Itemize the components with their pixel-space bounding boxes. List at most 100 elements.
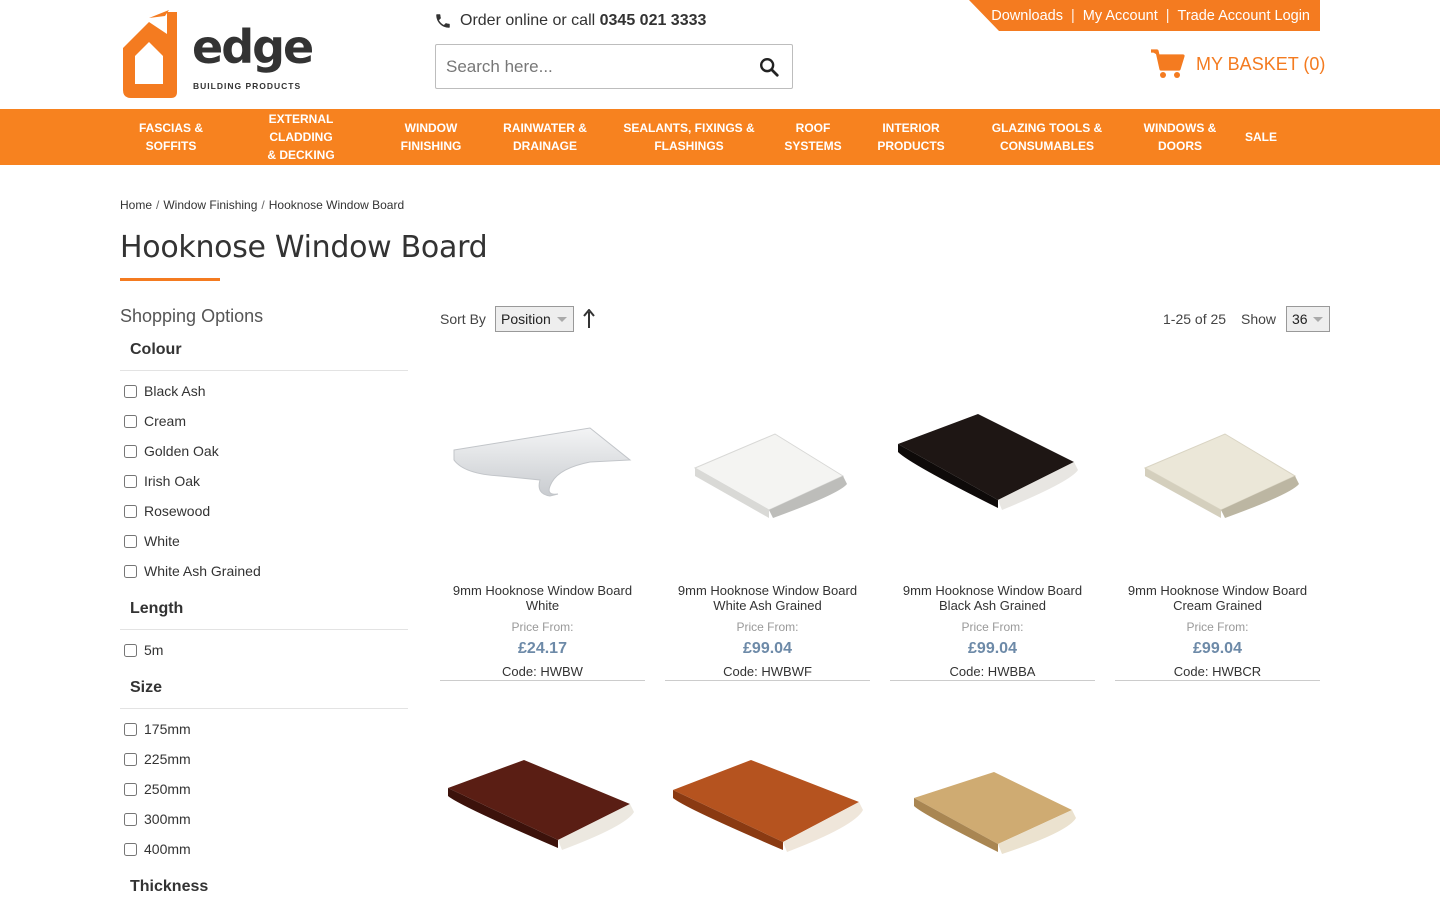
nav-window-finishing[interactable]: WINDOW FINISHING — [396, 109, 466, 165]
basket-link[interactable]: MY BASKET (0) — [1150, 48, 1325, 80]
nav-sale[interactable]: SALE — [1240, 109, 1282, 165]
product-image[interactable] — [440, 390, 645, 520]
filter-option-cream[interactable]: Cream — [123, 413, 186, 429]
divider — [120, 629, 408, 630]
trade-account-login-link[interactable]: Trade Account Login — [1178, 8, 1310, 24]
sort-by-value: Position — [501, 311, 551, 327]
breadcrumb-home[interactable]: Home — [120, 198, 152, 212]
checkbox[interactable] — [124, 782, 137, 796]
option-label: 175mm — [144, 721, 191, 737]
shopping-options-title: Shopping Options — [120, 306, 264, 326]
nav-sealants-fixings[interactable]: SEALANTS, FIXINGS & FLASHINGS — [622, 109, 756, 165]
sort-arrow-up-icon[interactable] — [582, 309, 596, 329]
filter-option-400mm[interactable]: 400mm — [123, 841, 191, 857]
nav-glazing-tools[interactable]: GLAZING TOOLS & CONSUMABLES — [990, 109, 1104, 165]
checkbox[interactable] — [124, 474, 137, 488]
filter-option-white-ash-grained[interactable]: White Ash Grained — [123, 563, 261, 579]
filter-option-black-ash[interactable]: Black Ash — [123, 383, 205, 399]
chevron-down-icon — [557, 317, 567, 322]
checkbox[interactable] — [124, 414, 137, 428]
phone-number[interactable]: 0345 021 3333 — [600, 12, 707, 29]
product-price: £99.04 — [1193, 640, 1242, 657]
nav-external-cladding[interactable]: EXTERNAL CLADDING & DECKING — [236, 109, 366, 165]
cart-icon — [1151, 49, 1185, 78]
divider — [890, 680, 1095, 681]
option-label: White Ash Grained — [144, 563, 261, 579]
filter-heading-thickness[interactable]: Thickness — [130, 878, 208, 896]
nav-windows-doors[interactable]: WINDOWS & DOORS — [1140, 109, 1220, 165]
product-name[interactable]: 9mm Hooknose Window Board White Ash Grai… — [665, 583, 870, 613]
checkbox[interactable] — [124, 504, 137, 518]
filter-option-irish-oak[interactable]: Irish Oak — [123, 473, 200, 489]
product-image[interactable] — [665, 390, 870, 520]
search-input[interactable] — [436, 45, 756, 88]
house-logo-icon — [123, 10, 177, 98]
option-label: Irish Oak — [144, 473, 201, 489]
option-label: Rosewood — [144, 503, 211, 519]
product-name[interactable]: 9mm Hooknose Window Board White — [440, 583, 645, 613]
filter-option-225mm[interactable]: 225mm — [123, 751, 191, 767]
checkbox[interactable] — [124, 534, 137, 548]
page-title: Hooknose Window Board — [120, 230, 488, 265]
top-links-bar: Downloads | My Account | Trade Account L… — [969, 0, 1320, 31]
product-image[interactable] — [1115, 390, 1320, 520]
filter-option-golden-oak[interactable]: Golden Oak — [123, 443, 219, 459]
filter-heading-length[interactable]: Length — [130, 600, 183, 618]
checkbox[interactable] — [124, 384, 137, 398]
breadcrumb-separator: / — [261, 198, 265, 212]
product-price: £99.04 — [968, 640, 1017, 657]
product-image[interactable] — [890, 740, 1095, 870]
nav-interior-products[interactable]: INTERIOR PRODUCTS — [872, 109, 950, 165]
breadcrumb: Home / Window Finishing / Hooknose Window Bo… — [120, 198, 404, 212]
filter-option-rosewood[interactable]: Rosewood — [123, 503, 210, 519]
option-label: 250mm — [144, 781, 191, 797]
my-account-link[interactable]: My Account — [1083, 8, 1158, 24]
phone-icon — [436, 14, 450, 28]
divider — [440, 680, 645, 681]
product-image[interactable] — [440, 740, 645, 870]
search-icon[interactable] — [758, 56, 780, 78]
breadcrumb-window-finishing[interactable]: Window Finishing — [163, 198, 257, 212]
option-label: White — [144, 533, 180, 549]
order-text: Order online or call — [460, 12, 600, 29]
show-per-page-select[interactable]: 36 — [1286, 306, 1330, 332]
option-label: 300mm — [144, 811, 191, 827]
filter-option-175mm[interactable]: 175mm — [123, 721, 191, 737]
checkbox[interactable] — [124, 812, 137, 826]
divider — [120, 708, 408, 709]
checkbox[interactable] — [124, 444, 137, 458]
divider — [665, 680, 870, 681]
nav-fascias-soffits[interactable]: FASCIAS & SOFFITS — [130, 109, 212, 165]
product-image[interactable] — [890, 390, 1095, 520]
title-underline — [120, 278, 220, 281]
product-name[interactable]: 9mm Hooknose Window Board Black Ash Grai… — [890, 583, 1095, 613]
filter-option-250mm[interactable]: 250mm — [123, 781, 191, 797]
option-label: 225mm — [144, 751, 191, 767]
checkbox[interactable] — [124, 722, 137, 736]
filter-heading-colour[interactable]: Colour — [130, 341, 182, 359]
filter-option-white[interactable]: White — [123, 533, 180, 549]
checkbox[interactable] — [124, 643, 137, 657]
nav-roof-systems[interactable]: ROOF SYSTEMS — [784, 109, 842, 165]
nav-rainwater-drainage[interactable]: RAINWATER & DRAINAGE — [500, 109, 590, 165]
filter-option-5m[interactable]: 5m — [123, 642, 163, 658]
order-phone-line: Order online or call 0345 021 3333 — [434, 12, 706, 30]
sort-by-select[interactable]: Position — [495, 306, 574, 332]
product-code: Code: HWBWF — [723, 664, 812, 679]
checkbox[interactable] — [124, 752, 137, 766]
checkbox[interactable] — [124, 842, 137, 856]
checkbox[interactable] — [124, 564, 137, 578]
product-image[interactable] — [665, 740, 870, 870]
product-code: Code: HWBCR — [1173, 664, 1262, 679]
show-per-page-value: 36 — [1292, 311, 1308, 327]
filter-heading-size[interactable]: Size — [130, 679, 162, 697]
brand-logo[interactable]: edge BUILDING PRODUCTS — [119, 8, 314, 100]
brand-tagline: BUILDING PRODUCTS — [193, 81, 302, 91]
filter-option-300mm[interactable]: 300mm — [123, 811, 191, 827]
option-label: Golden Oak — [144, 443, 219, 459]
downloads-link[interactable]: Downloads — [991, 8, 1063, 24]
product-name[interactable]: 9mm Hooknose Window Board Cream Grained — [1115, 583, 1320, 613]
divider — [1115, 680, 1320, 681]
basket-label: MY BASKET (0) — [1196, 53, 1326, 74]
option-label: Cream — [144, 413, 187, 429]
